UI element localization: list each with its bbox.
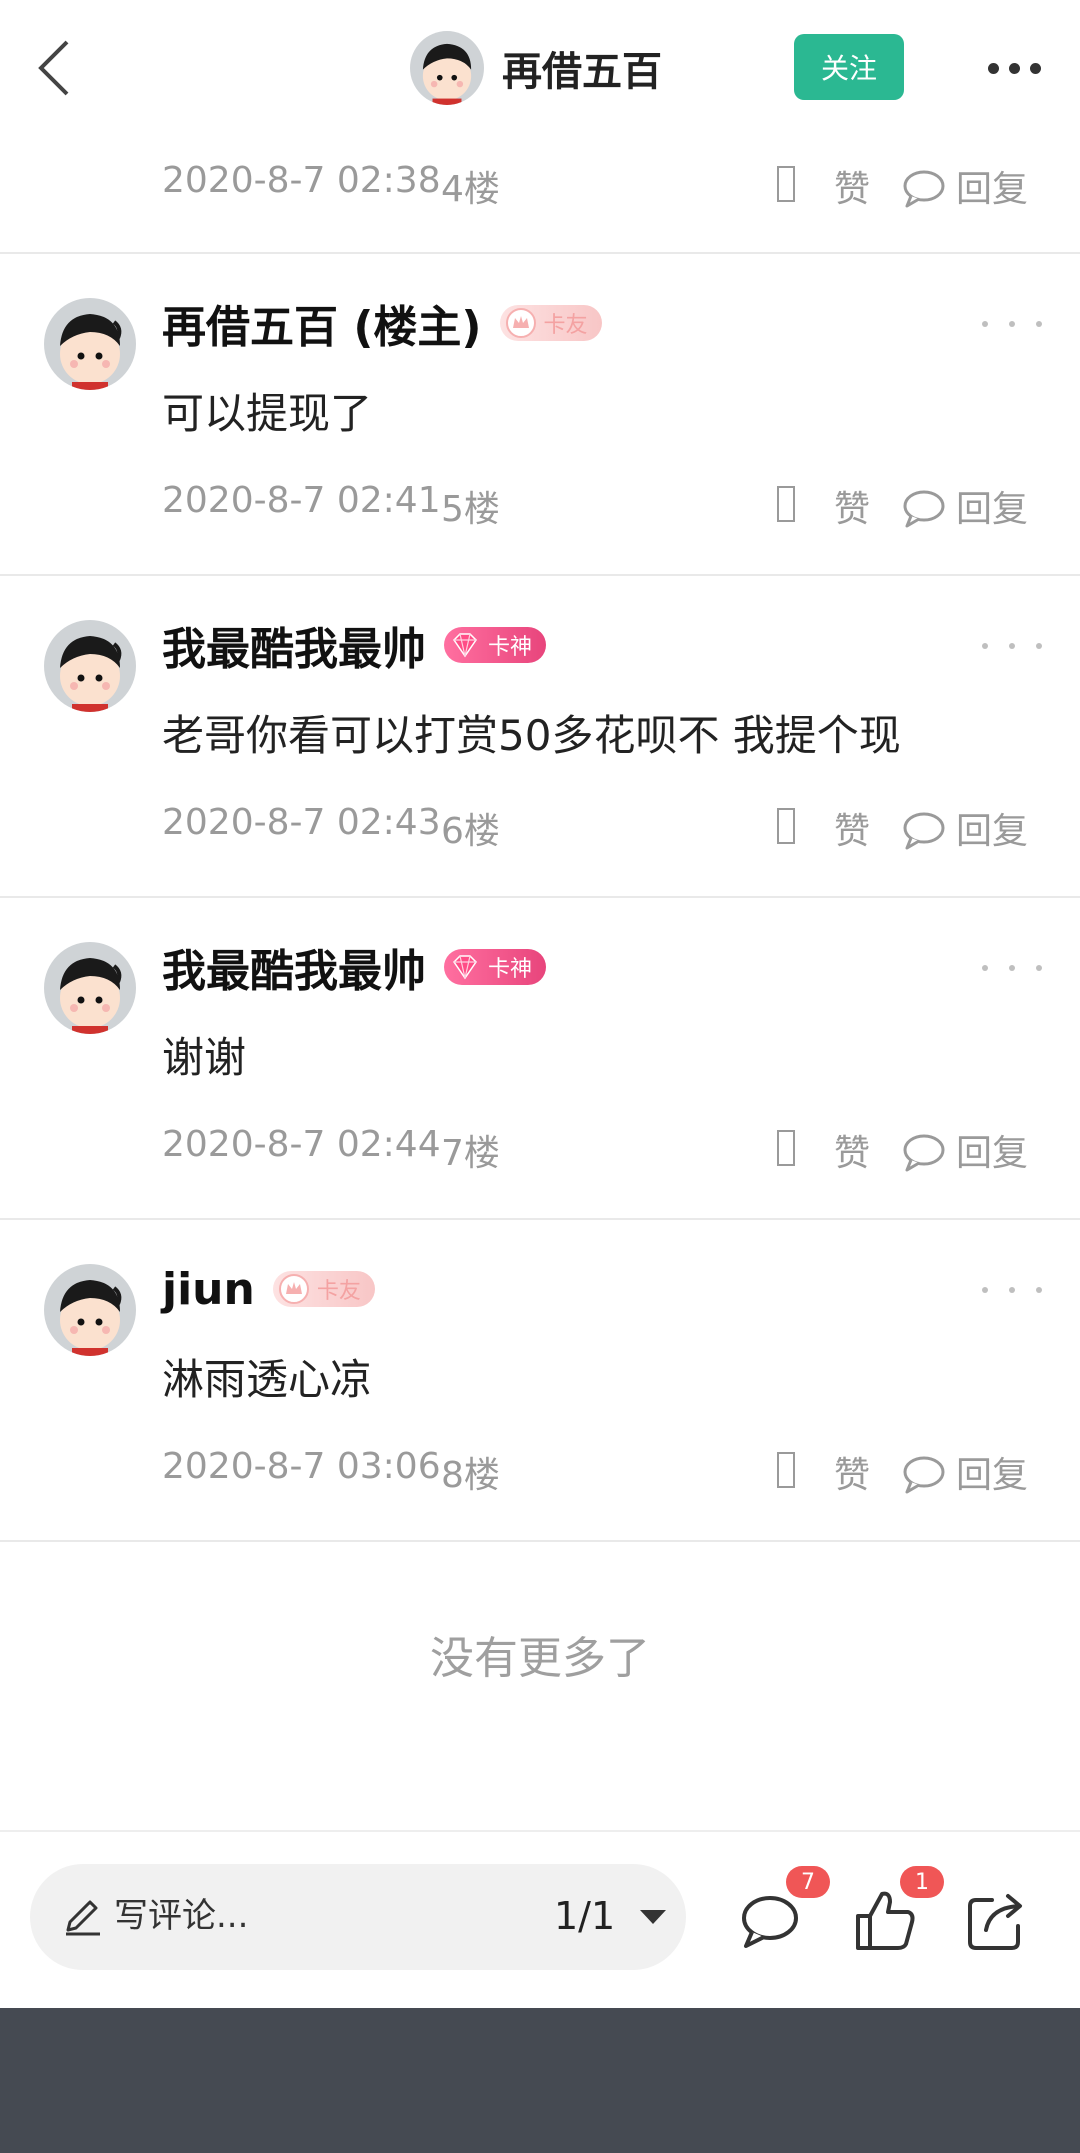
- reply-button[interactable]: 回复: [956, 480, 1028, 532]
- chat-bubble-icon[interactable]: [902, 488, 946, 528]
- comment-item: 再借五百 (楼主) 卡友 可以提现了 2020-8-7 02:41 5楼 赞 回…: [0, 254, 1080, 576]
- reply-button[interactable]: 回复: [956, 160, 1028, 212]
- like-button[interactable]: 赞: [834, 802, 870, 854]
- comment-item: 我最酷我最帅 卡神 谢谢 2020-8-7 02:44 7楼 赞 回复: [0, 898, 1080, 1220]
- comment-time: 2020-8-7 03:06: [162, 1446, 441, 1487]
- share-icon[interactable]: [962, 1886, 1032, 1956]
- crown-icon: [278, 1274, 309, 1304]
- chat-bubble-icon[interactable]: [902, 168, 946, 208]
- chat-bubble-icon[interactable]: [902, 1454, 946, 1494]
- level-badge: 卡神: [444, 627, 547, 663]
- comment-text: 淋雨透心凉: [162, 1355, 373, 1404]
- comment-item: 2020-8-7 02:38 4楼 赞 回复: [0, 132, 1080, 254]
- comment-floor: 4楼: [441, 169, 500, 210]
- comment-floor: 8楼: [441, 1455, 500, 1496]
- comment-time: 2020-8-7 02:43: [162, 802, 441, 843]
- like-button[interactable]: 赞: [834, 480, 870, 532]
- comment-meta: 2020-8-7 02:38 4楼 赞 回复: [162, 160, 1080, 210]
- bottom-action-bar: 写评论... 1/1 7 1: [0, 1830, 1080, 2010]
- avatar[interactable]: [44, 620, 136, 712]
- like-icon[interactable]: [777, 166, 795, 202]
- caret-down-icon[interactable]: [640, 1910, 666, 1924]
- badge-label: 卡友: [543, 313, 588, 338]
- badge-label: 卡神: [488, 635, 533, 660]
- avatar[interactable]: [44, 1264, 136, 1356]
- comment-author-row: jiun 卡友: [162, 1254, 375, 1324]
- comment-text: 可以提现了: [162, 389, 373, 438]
- page-title: 再借五百: [502, 49, 662, 95]
- comment-author[interactable]: 我最酷我最帅: [162, 935, 426, 999]
- comment-floor: 6楼: [441, 811, 500, 852]
- reply-button[interactable]: 回复: [956, 802, 1028, 854]
- comment-more-button[interactable]: [982, 1276, 1042, 1304]
- like-button[interactable]: 赞: [834, 1124, 870, 1176]
- badge-label: 卡神: [488, 957, 533, 982]
- comment-meta: 2020-8-7 02:43 6楼 赞 回复: [162, 802, 1080, 852]
- comment-author-row: 我最酷我最帅 卡神: [162, 610, 547, 680]
- comment-meta: 2020-8-7 03:06 8楼 赞 回复: [162, 1446, 1080, 1496]
- like-icon[interactable]: [777, 808, 795, 844]
- like-button[interactable]: 赞: [834, 160, 870, 212]
- comment-item: jiun 卡友 淋雨透心凉 2020-8-7 03:06 8楼 赞 回复: [0, 1220, 1080, 1542]
- more-dot: [1008, 62, 1020, 74]
- like-button[interactable]: 赞: [834, 1446, 870, 1498]
- level-badge: 卡神: [444, 949, 547, 985]
- comment-text: 老哥你看可以打赏50多花呗不 我提个现: [162, 711, 901, 760]
- comment-floor: 7楼: [441, 1133, 500, 1174]
- level-badge: 卡友: [499, 305, 602, 341]
- more-dot: [1029, 62, 1041, 74]
- badge-label: 卡友: [316, 1279, 361, 1304]
- comment-time: 2020-8-7 02:44: [162, 1124, 441, 1165]
- comment-more-button[interactable]: [982, 954, 1042, 982]
- comment-author[interactable]: jiun: [162, 1264, 255, 1315]
- diamond-icon: [453, 955, 477, 980]
- post-author[interactable]: 再借五百: [410, 30, 662, 106]
- comment-count-badge: 7: [786, 1866, 830, 1898]
- reply-button[interactable]: 回复: [956, 1124, 1028, 1176]
- avatar[interactable]: [44, 942, 136, 1034]
- more-dot: [987, 62, 999, 74]
- page-indicator[interactable]: 1/1: [554, 1894, 615, 1938]
- comment-meta: 2020-8-7 02:44 7楼 赞 回复: [162, 1124, 1080, 1174]
- comment-author-row: 我最酷我最帅 卡神: [162, 932, 547, 1002]
- comment-text: 谢谢: [162, 1033, 247, 1082]
- reply-button[interactable]: 回复: [956, 1446, 1028, 1498]
- back-button[interactable]: [24, 30, 84, 106]
- comment-floor: 5楼: [441, 489, 500, 530]
- top-bar: 再借五百 关注: [0, 0, 1080, 132]
- comment-more-button[interactable]: [982, 310, 1042, 338]
- comment-more-button[interactable]: [982, 632, 1042, 660]
- system-navigation-bar: [0, 2008, 1080, 2153]
- comment-input[interactable]: 写评论... 1/1: [30, 1864, 686, 1970]
- like-icon[interactable]: [777, 1130, 795, 1166]
- comment-meta: 2020-8-7 02:41 5楼 赞 回复: [162, 480, 1080, 530]
- chat-bubble-icon[interactable]: [902, 810, 946, 850]
- comment-time: 2020-8-7 02:41: [162, 480, 441, 521]
- more-options-button[interactable]: [978, 44, 1050, 92]
- diamond-icon: [453, 633, 477, 658]
- comment-item: 我最酷我最帅 卡神 老哥你看可以打赏50多花呗不 我提个现 2020-8-7 0…: [0, 576, 1080, 898]
- pencil-icon: [66, 1900, 100, 1936]
- comment-author[interactable]: 我最酷我最帅: [162, 613, 426, 677]
- chevron-left-icon: [38, 40, 69, 96]
- comment-placeholder: 写评论...: [114, 1896, 249, 1936]
- follow-button[interactable]: 关注: [794, 34, 904, 100]
- comment-author[interactable]: 再借五百 (楼主): [162, 291, 482, 355]
- like-icon[interactable]: [777, 1452, 795, 1488]
- avatar[interactable]: [410, 31, 484, 105]
- end-of-list-note: 没有更多了: [430, 1633, 650, 1684]
- level-badge: 卡友: [272, 1271, 375, 1307]
- like-count-badge: 1: [900, 1866, 944, 1898]
- comment-time: 2020-8-7 02:38: [162, 160, 441, 201]
- avatar[interactable]: [44, 298, 136, 390]
- crown-icon: [505, 308, 536, 338]
- like-icon[interactable]: [777, 486, 795, 522]
- comment-author-row: 再借五百 (楼主) 卡友: [162, 288, 602, 358]
- chat-bubble-icon[interactable]: [902, 1132, 946, 1172]
